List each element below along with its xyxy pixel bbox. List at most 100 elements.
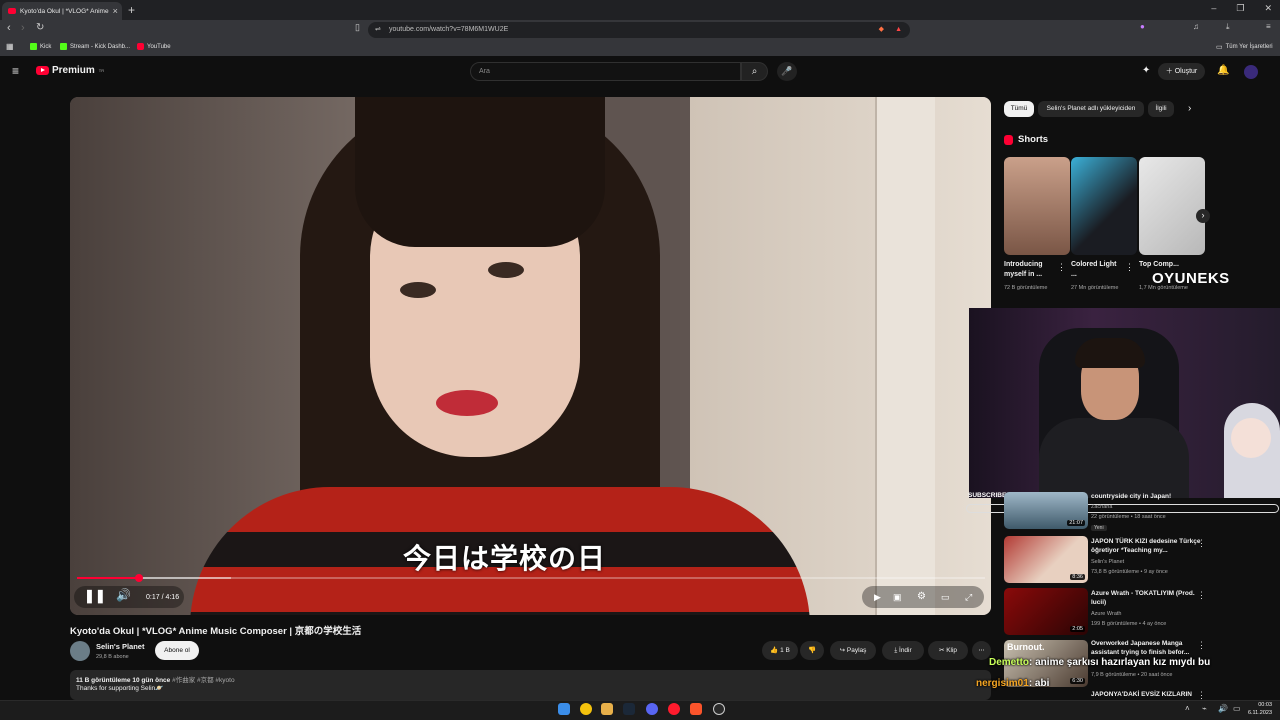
description-box[interactable]: 11 B görüntüleme 10 gün önce #作曲家 #京都 #k… (70, 670, 991, 700)
menu-icon[interactable]: ≡ (1266, 22, 1271, 31)
clip-button[interactable]: ✂ Klip (928, 641, 968, 660)
related-thumbnail[interactable]: 8:36 (1004, 536, 1088, 583)
related-title[interactable]: JAPON TÜRK KIZI dedesine Türkçe öğretiyo… (1091, 538, 1201, 555)
back-icon[interactable]: ‹ (7, 22, 11, 34)
chat-user: nergisim01 (976, 678, 1029, 689)
search-button[interactable]: ⌕ (741, 62, 768, 81)
browser-tab[interactable]: Kyoto'da Okul | *VLOG* Anime × (2, 2, 122, 20)
related-more-icon[interactable]: ⋮ (1197, 640, 1206, 651)
chip-all[interactable]: Tümü (1004, 101, 1034, 117)
account-avatar[interactable] (1244, 65, 1258, 79)
related-channel[interactable]: Zachana (1091, 504, 1112, 510)
bookmarks-folder[interactable]: ▭ Tüm Yer İşaretleri (1216, 43, 1273, 51)
share-button[interactable]: ↪ Paylaş (830, 641, 876, 660)
new-tab-button[interactable]: + (128, 3, 135, 17)
progress-bar[interactable] (77, 574, 985, 582)
theater-mode-icon[interactable]: ▭ (941, 592, 950, 603)
settings-gear-icon[interactable]: ⚙ (917, 591, 926, 602)
kick-icon (30, 43, 37, 50)
like-button[interactable]: 👍 1 B (762, 641, 798, 660)
bookmark-youtube[interactable]: YouTube (137, 43, 171, 50)
bookmark-kick[interactable]: Kick (30, 43, 51, 50)
fullscreen-icon[interactable]: ⤢ (965, 592, 972, 603)
close-window-icon[interactable]: ✕ (1264, 3, 1272, 14)
volume-tray-icon[interactable]: 🔊 (1218, 704, 1228, 713)
url-field[interactable]: youtube.com/watch?v=78M6M1WU2E ⇌ ◆ ▲ (368, 22, 910, 38)
short-thumbnail[interactable] (1004, 157, 1070, 255)
discord-icon[interactable] (646, 703, 658, 715)
related-title[interactable]: Azure Wrath - TOKATLIYIM (Prod. lucii) (1091, 590, 1201, 607)
related-meta: 7,9 B görüntüleme • 20 saat önce (1091, 672, 1173, 678)
scrubber-handle[interactable] (134, 574, 143, 582)
short-more-icon[interactable]: ⋮ (1125, 262, 1134, 273)
steam-icon[interactable] (623, 703, 635, 715)
related-title[interactable]: countryside city in Japan! (1091, 493, 1201, 502)
short-thumbnail[interactable] (1071, 157, 1137, 255)
music-icon[interactable]: ♫ (1193, 22, 1199, 31)
obs-icon[interactable] (713, 703, 725, 715)
window-controls: – ❐ ✕ (1211, 3, 1272, 14)
volume-icon[interactable]: 🔊 (116, 588, 131, 602)
subtitles-icon[interactable]: ▣ (893, 592, 902, 603)
autoplay-icon[interactable]: ▶ (874, 592, 881, 603)
related-title[interactable]: Overworked Japanese Manga assistant tryi… (1091, 640, 1201, 657)
channel-name[interactable]: Selin's Planet (96, 642, 144, 651)
dislike-button[interactable]: 👎 (800, 641, 824, 660)
tray-chevron-icon[interactable]: ˄ (1185, 704, 1190, 713)
hamburger-menu-icon[interactable]: ≡ (12, 64, 19, 78)
bookmark-icon[interactable]: ▯ (355, 22, 360, 33)
short-more-icon[interactable]: ⋮ (1057, 262, 1066, 273)
apps-icon[interactable]: ▦ (6, 42, 14, 51)
cast-icon[interactable]: ✦ (1142, 65, 1150, 76)
download-icon[interactable]: ⤓ (1226, 22, 1230, 32)
brave-rewards-icon[interactable]: ▲ (895, 22, 902, 38)
shorts-next-icon[interactable]: › (1196, 209, 1210, 223)
system-clock[interactable]: 00:03 6.11.2023 (1248, 701, 1272, 717)
chip-related[interactable]: İlgili (1148, 101, 1174, 117)
maximize-icon[interactable]: ❐ (1236, 3, 1244, 14)
description-meta: 11 B görüntüleme 10 gün önce #作曲家 #京都 #k… (76, 677, 235, 684)
related-more-icon[interactable]: ⋮ (1197, 538, 1206, 549)
chip-from-uploader[interactable]: Selin's Planet adlı yükleyiciden (1038, 101, 1144, 117)
brave-shield-icon[interactable]: ◆ (879, 22, 884, 38)
file-explorer-icon[interactable] (601, 703, 613, 715)
network-icon[interactable]: ⌁ (1202, 704, 1207, 713)
oyuneks-logo: OYUNEKS (1152, 270, 1230, 287)
opera-icon[interactable] (668, 703, 680, 715)
pause-icon[interactable]: ❚❚ (84, 588, 106, 604)
thumbs-up-icon: 👍 (770, 647, 779, 654)
subscribe-button[interactable]: Abone ol (155, 641, 199, 660)
notifications-bell-icon[interactable]: 🔔 (1217, 65, 1229, 76)
channel-avatar[interactable] (70, 641, 90, 661)
start-icon[interactable] (558, 703, 570, 715)
short-thumbnail[interactable] (1139, 157, 1205, 255)
youtube-logo[interactable]: Premium TR (36, 65, 104, 76)
microphone-icon: 🎤 (781, 66, 793, 76)
short-title[interactable]: Top Comp... (1139, 260, 1191, 270)
brave-icon[interactable] (690, 703, 702, 715)
search-input[interactable]: Ara (470, 62, 741, 81)
chips-next-icon[interactable]: › (1188, 103, 1191, 114)
video-player[interactable]: 今日は学校の日 ❚❚ 🔊 0:17 / 4:16 ▶ ▣ ⚙ ▭ ⤢ (70, 97, 991, 615)
related-channel[interactable]: Azure Wrath (1091, 611, 1121, 617)
related-more-icon[interactable]: ⋮ (1197, 590, 1206, 601)
download-button[interactable]: ⤓ İndir (882, 641, 924, 660)
chrome-icon[interactable] (580, 703, 592, 715)
related-title[interactable]: JAPONYA'DAKİ EVSİZ KIZLARIN (1091, 691, 1201, 700)
extension-icon[interactable]: ● (1140, 22, 1145, 31)
close-tab-icon[interactable]: × (113, 6, 118, 16)
related-meta: 199 B görüntüleme • 4 ay önce (1091, 621, 1167, 627)
create-button[interactable]: ＋ Oluştur (1158, 63, 1205, 80)
battery-icon[interactable]: ▭ (1233, 704, 1241, 713)
related-thumbnail[interactable]: 21:07 (1004, 492, 1088, 529)
related-thumbnail[interactable]: 2:05 (1004, 588, 1088, 635)
related-channel[interactable]: Selin's Planet (1091, 559, 1124, 565)
forward-icon[interactable]: › (21, 22, 25, 34)
site-info-icon[interactable]: ⇌ (375, 22, 381, 38)
minimize-icon[interactable]: – (1211, 3, 1216, 14)
voice-search-button[interactable]: 🎤 (777, 62, 797, 81)
short-title[interactable]: Introducing myself in ... (1004, 260, 1056, 280)
short-title[interactable]: Colored Light ... (1071, 260, 1123, 280)
bookmark-stream-kick[interactable]: Stream - Kick Dashb... (60, 43, 130, 50)
reload-icon[interactable]: ↻ (36, 22, 44, 33)
